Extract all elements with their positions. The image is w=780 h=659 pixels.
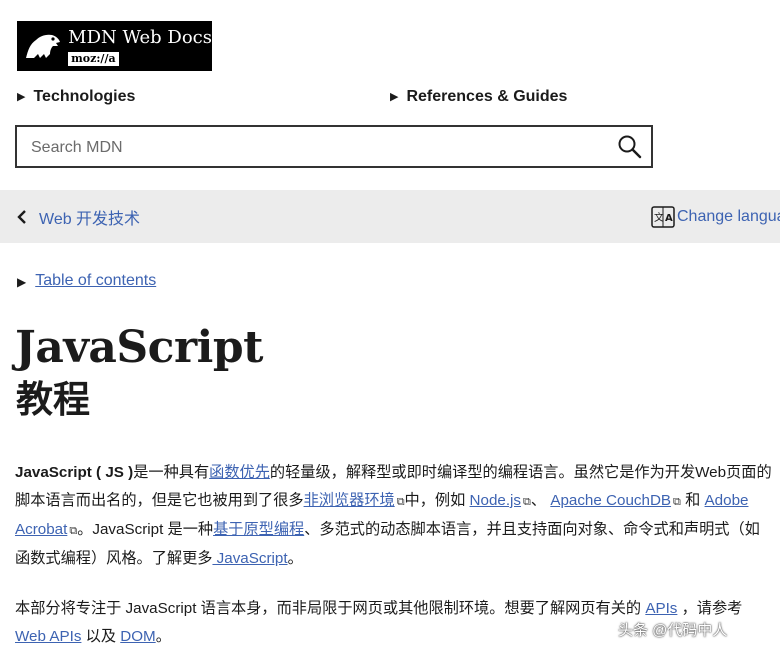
text-span: 和 <box>680 492 705 509</box>
disclosure-triangle-icon: ▶ <box>17 91 26 103</box>
nav-technologies[interactable]: ▶ Technologies <box>17 88 135 106</box>
search-input[interactable] <box>29 135 613 161</box>
table-of-contents-toggle[interactable]: ▶ Table of contents <box>17 272 156 290</box>
text-span: 、 <box>530 492 551 509</box>
table-of-contents-link[interactable]: Table of contents <box>35 272 156 289</box>
external-link-icon: ⧉ <box>523 496 531 508</box>
breadcrumb-back-link[interactable]: Web 开发技术 <box>17 205 140 229</box>
svg-text:A: A <box>665 213 673 224</box>
intro-paragraph: JavaScript ( JS )是一种具有函数优先的轻量级，解释型或即时编译型… <box>15 459 773 573</box>
text-span: 。JavaScript 是一种 <box>77 521 214 538</box>
translate-icon: 文 A <box>651 206 675 228</box>
link-prototype-based[interactable]: 基于原型编程 <box>213 521 304 538</box>
search-box <box>15 125 653 168</box>
watermark: 头条 @代码中人 <box>618 622 728 639</box>
link-nodejs[interactable]: Node.js <box>470 492 522 509</box>
external-link-icon: ⧉ <box>396 496 405 508</box>
text-span: ，请参考 <box>677 600 743 617</box>
link-javascript[interactable]: JavaScript <box>212 550 288 567</box>
chevron-left-icon <box>17 210 26 224</box>
mdn-logo[interactable]: MDN Web Docs moz://a <box>17 21 212 71</box>
breadcrumb-bar: Web 开发技术 文 A Change language <box>0 190 780 243</box>
link-first-class-function[interactable]: 函数优先 <box>209 464 270 481</box>
external-link-icon: ⧉ <box>673 496 681 508</box>
js-term: JavaScript ( JS ) <box>15 464 134 481</box>
link-dom[interactable]: DOM <box>120 628 155 645</box>
text-span: 本部分将专注于 JavaScript 语言本身，而非局限于网页或其他限制环境。想… <box>15 600 646 617</box>
disclosure-triangle-icon: ▶ <box>390 91 399 103</box>
mozilla-wordmark: moz://a <box>68 51 119 66</box>
breadcrumb-back-label: Web 开发技术 <box>39 211 141 228</box>
text-span: 以及 <box>81 628 121 645</box>
nav-references-guides[interactable]: ▶ References & Guides <box>390 88 567 106</box>
nav-references-label: References & Guides <box>406 88 568 105</box>
link-web-apis[interactable]: Web APIs <box>15 628 81 645</box>
magnifier-icon <box>618 135 642 159</box>
link-apis[interactable]: APIs <box>645 600 677 617</box>
text-span: 是一种具有 <box>133 464 210 481</box>
page-title: JavaScript <box>15 322 263 373</box>
text-span: 。 <box>155 628 171 645</box>
page-subtitle: 教程 <box>16 377 90 421</box>
link-non-browser-env[interactable]: 非浏览器环境 <box>304 492 395 509</box>
text-span: 。 <box>287 550 303 567</box>
svg-text:文: 文 <box>654 211 664 224</box>
disclosure-triangle-icon: ▶ <box>17 275 27 289</box>
nav-technologies-label: Technologies <box>33 88 136 105</box>
text-span: 中，例如 <box>404 492 470 509</box>
link-couchdb[interactable]: Apache CouchDB <box>550 492 671 509</box>
change-language-button[interactable]: 文 A Change language <box>651 205 780 229</box>
logo-title: MDN Web Docs <box>68 26 212 48</box>
change-language-label: Change language <box>677 208 780 225</box>
dinosaur-icon <box>17 21 66 71</box>
search-button[interactable] <box>617 134 643 160</box>
